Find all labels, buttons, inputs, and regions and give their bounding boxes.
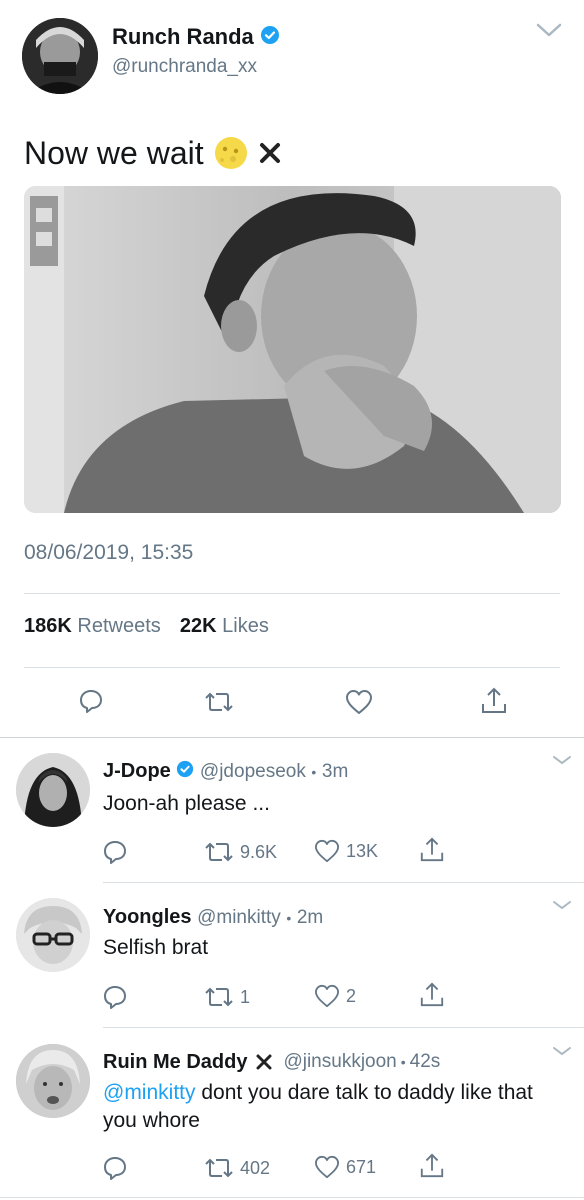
reply-time[interactable]: 2m: [297, 907, 323, 928]
reply-icon: [104, 986, 126, 1009]
like-button[interactable]: 2: [314, 984, 356, 1008]
reply-text: Selfish brat: [103, 936, 209, 959]
retweet-icon: [205, 987, 233, 1007]
reply-author-handle[interactable]: @jinsukkjoon: [283, 1050, 396, 1074]
moon-face-emoji-icon: [214, 136, 248, 170]
retweet-button[interactable]: [204, 690, 234, 714]
share-icon: [420, 1153, 444, 1178]
retweet-icon: [205, 842, 233, 862]
separator-dot: •: [400, 1054, 406, 1070]
divider: [103, 1027, 584, 1028]
likes-count[interactable]: 22K: [180, 615, 217, 637]
likes-label[interactable]: Likes: [222, 615, 269, 637]
chevron-down-icon[interactable]: [536, 22, 562, 43]
reply-author-name[interactable]: J-Dope: [103, 760, 171, 782]
share-button[interactable]: [419, 981, 445, 1009]
retweets-label[interactable]: Retweets: [77, 615, 160, 637]
separator-dot: •: [286, 910, 292, 926]
share-button[interactable]: [419, 1152, 445, 1180]
display-name[interactable]: Runch Randa: [112, 24, 254, 49]
divider: [0, 1197, 584, 1198]
cross-mark-icon: [258, 141, 282, 165]
reply-button[interactable]: [102, 1155, 128, 1181]
like-count: 2: [346, 985, 357, 1006]
tweet-text: Now we wait: [24, 135, 204, 171]
reply-icon: [80, 690, 102, 713]
share-icon: [420, 837, 444, 862]
chevron-down-icon[interactable]: [552, 1043, 572, 1061]
avatar[interactable]: [16, 753, 90, 827]
like-count: 13K: [346, 840, 379, 861]
tweet-timestamp[interactable]: 08/06/2019, 15:35: [24, 541, 193, 565]
reply-author-name[interactable]: Ruin Me Daddy: [103, 1050, 247, 1074]
retweet-button[interactable]: 9.6K: [204, 840, 277, 864]
verified-badge-icon: [260, 25, 280, 51]
reply-icon: [104, 841, 126, 864]
retweet-count: 1: [240, 986, 251, 1007]
retweets-count[interactable]: 186K: [24, 615, 72, 637]
divider: [0, 737, 584, 738]
divider: [24, 667, 560, 668]
heart-icon: [315, 1155, 339, 1179]
like-button[interactable]: 13K: [314, 839, 378, 863]
like-button[interactable]: 671: [314, 1155, 376, 1179]
reply-author-handle[interactable]: @minkitty: [197, 907, 281, 928]
avatar[interactable]: [16, 1044, 90, 1118]
separator-dot: •: [311, 764, 317, 780]
user-handle[interactable]: @runchranda_xx: [112, 56, 257, 78]
like-button[interactable]: [345, 689, 373, 715]
reply-text: @minkitty dont you dare talk to daddy li…: [103, 1079, 563, 1135]
divider: [103, 882, 584, 883]
retweet-count: 9.6K: [240, 841, 278, 862]
retweet-button[interactable]: 1: [204, 985, 250, 1009]
share-button[interactable]: [480, 686, 508, 716]
mention-link[interactable]: @minkitty: [103, 1081, 196, 1104]
heart-icon: [315, 984, 339, 1008]
cross-mark-icon: [255, 1053, 273, 1071]
avatar[interactable]: [16, 898, 90, 972]
reply-time[interactable]: 3m: [322, 761, 348, 782]
chevron-down-icon[interactable]: [552, 897, 572, 915]
reply-button[interactable]: [102, 839, 128, 865]
retweet-icon: [205, 692, 233, 712]
divider: [24, 593, 560, 594]
chevron-down-icon[interactable]: [552, 752, 572, 770]
reply-icon: [104, 1157, 126, 1180]
like-count: 671: [346, 1156, 377, 1177]
share-icon: [482, 687, 506, 713]
reply-button[interactable]: [78, 688, 104, 714]
share-button[interactable]: [419, 836, 445, 864]
share-icon: [420, 982, 444, 1007]
heart-icon: [315, 839, 339, 863]
tweet-photo[interactable]: [24, 186, 561, 513]
tweet-stats: 186K Retweets 22K Likes: [24, 614, 269, 638]
tweet-text-row: Now we wait: [24, 134, 282, 172]
retweet-button[interactable]: 402: [204, 1156, 270, 1180]
reply-author-handle[interactable]: @jdopeseok: [200, 761, 306, 782]
reply-time[interactable]: 42s: [410, 1050, 441, 1074]
reply-text: Joon-ah please ...: [103, 792, 270, 815]
retweet-icon: [205, 1158, 233, 1178]
reply-author-name[interactable]: Yoongles: [103, 906, 192, 928]
reply-button[interactable]: [102, 984, 128, 1010]
heart-icon: [346, 690, 372, 714]
retweet-count: 402: [240, 1157, 271, 1178]
avatar[interactable]: [22, 18, 98, 94]
verified-badge-icon: [176, 760, 194, 784]
